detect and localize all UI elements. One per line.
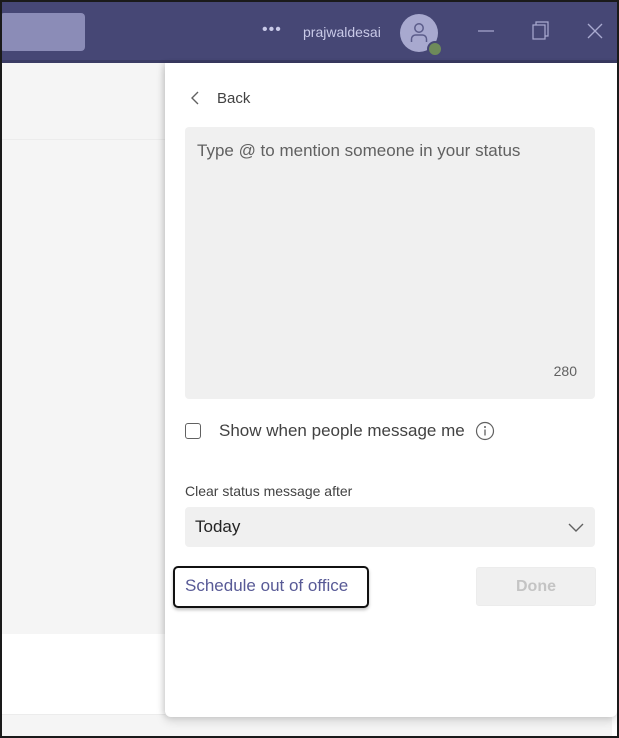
restore-icon xyxy=(532,21,549,40)
back-button[interactable]: Back xyxy=(187,85,250,111)
divider xyxy=(2,139,165,140)
background-footer xyxy=(2,634,165,715)
clear-after-dropdown[interactable]: Today xyxy=(185,507,595,547)
person-icon xyxy=(410,23,428,42)
back-label: Back xyxy=(217,89,251,107)
title-bar: ••• prajwaldesai xyxy=(2,2,617,63)
show-when-message-row: Show when people message me xyxy=(185,421,495,441)
more-options-button[interactable]: ••• xyxy=(262,21,282,39)
presence-status-dot xyxy=(427,41,443,57)
app-window: ••• prajwaldesai Back Type @ to mention … xyxy=(2,2,617,736)
set-status-message-panel: Back Type @ to mention someone in your s… xyxy=(165,63,617,717)
done-button[interactable]: Done xyxy=(476,567,596,606)
chevron-left-icon xyxy=(191,91,199,105)
search-box[interactable] xyxy=(2,13,85,51)
info-icon[interactable] xyxy=(475,421,495,441)
minimize-button[interactable] xyxy=(473,18,499,44)
close-button[interactable] xyxy=(582,18,608,44)
character-count: 280 xyxy=(553,363,577,379)
avatar[interactable] xyxy=(400,14,443,57)
clear-after-value: Today xyxy=(195,517,241,536)
show-when-message-checkbox[interactable] xyxy=(185,423,201,439)
minimize-icon xyxy=(478,30,494,32)
schedule-out-of-office-link[interactable]: Schedule out of office xyxy=(173,566,369,608)
status-message-input[interactable]: Type @ to mention someone in your status… xyxy=(185,127,595,399)
show-when-message-label[interactable]: Show when people message me xyxy=(219,421,465,441)
clear-after-label: Clear status message after xyxy=(185,483,353,499)
maximize-button[interactable] xyxy=(527,18,553,44)
chevron-down-icon xyxy=(568,523,584,532)
close-icon xyxy=(587,23,603,39)
username-label: prajwaldesai xyxy=(303,24,381,40)
schedule-out-of-office-label: Schedule out of office xyxy=(185,576,349,595)
status-placeholder: Type @ to mention someone in your status xyxy=(197,141,521,160)
